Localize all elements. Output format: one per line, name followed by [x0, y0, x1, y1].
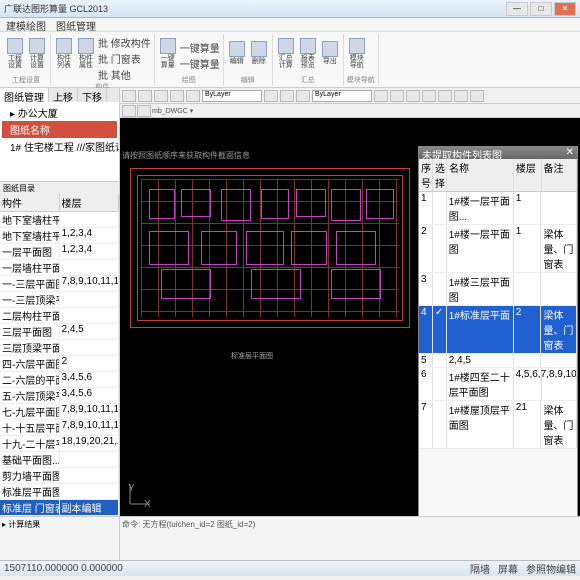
- list-row[interactable]: 三层顶梁平面图: [0, 340, 119, 356]
- extract-panel[interactable]: 未提取构件列表图✕ 序号 选择 名称 楼层 备注 11#楼一层平面图...121…: [418, 146, 578, 516]
- status-item[interactable]: 隔墙: [470, 561, 490, 576]
- table-row[interactable]: 4✓1#标准层平面2梁体量、门窗表: [419, 306, 577, 354]
- canvas-banner: 请按照图纸顺序来获取构件截面信息: [122, 150, 250, 161]
- list-title: 图纸目录: [0, 182, 119, 194]
- list-row[interactable]: 一-三层顶梁平面...: [0, 292, 119, 308]
- table-row[interactable]: 71#楼屋顶层平面图21梁体量、门窗表: [419, 401, 577, 449]
- drawing-title: 标准层平面图: [231, 351, 273, 361]
- list-row[interactable]: 剪力墙平面图...: [0, 468, 119, 484]
- drawing-tree[interactable]: ▸ 办公大厦图纸名称1# 住宅楼工程 ///家图纸识别_1: [0, 102, 119, 182]
- ucs-axis-icon: YX: [126, 478, 156, 510]
- status-item[interactable]: 屏幕: [498, 561, 518, 576]
- ribbon-edit[interactable]: 编辑: [227, 35, 247, 71]
- window-titlebar: 广联达图形算量 GCL2013 — □ ✕: [0, 0, 580, 18]
- tree-node[interactable]: 1# 住宅楼工程 ///家图纸识别_1: [2, 138, 117, 155]
- list-row[interactable]: 一层平面图1,2,3,4: [0, 244, 119, 260]
- ribbon-nav[interactable]: 模块导航: [347, 35, 367, 71]
- list-row[interactable]: 地下室墙柱平面...1,2,3,4: [0, 228, 119, 244]
- panel-close-icon[interactable]: ✕: [566, 147, 574, 159]
- coords-display: 1507110.000000 0.000000: [4, 563, 123, 574]
- vt-btn[interactable]: [122, 90, 136, 102]
- ribbon-component-list[interactable]: 构件列表: [54, 35, 74, 71]
- viewport-toolbar: ByLayer ByLayer: [120, 88, 580, 104]
- list-row[interactable]: 四-六层平面图2: [0, 356, 119, 372]
- ribbon: 工程设置 计算设置 工程设置 构件列表 构件属性 批 修改构件批 门窗表批 其他…: [0, 32, 580, 88]
- layer-combo[interactable]: ByLayer: [202, 90, 262, 102]
- cad-viewport[interactable]: ByLayer ByLayer mb_DWGC ▾ 请按照图纸顺序来获取构件截面…: [120, 88, 580, 516]
- list-row[interactable]: 一-三层平面图7,8,9,10,11,12,13,2,5,6: [0, 276, 119, 292]
- table-row[interactable]: 11#楼一层平面图...1: [419, 192, 577, 225]
- list-row[interactable]: 七-九层平面图7,8,9,10,11,12,13,7...: [0, 404, 119, 420]
- minimize-button[interactable]: —: [506, 2, 528, 16]
- close-button[interactable]: ✕: [554, 2, 576, 16]
- ribbon-project-settings[interactable]: 工程设置: [5, 35, 25, 71]
- list-row[interactable]: 一层墙柱平面图: [0, 260, 119, 276]
- ribbon-delete[interactable]: 删除: [249, 35, 269, 71]
- cad-canvas[interactable]: 请按照图纸顺序来获取构件截面信息 标准层平面图: [120, 118, 580, 516]
- table-row[interactable]: 52,4,5: [419, 354, 577, 368]
- left-panel: 图纸管理 上移 下移 ▸ 办公大厦图纸名称1# 住宅楼工程 ///家图纸识别_1…: [0, 88, 120, 516]
- list-row[interactable]: 地下室墙柱平面...: [0, 212, 119, 228]
- list-row[interactable]: 标准层 门窗表副本编辑: [0, 500, 119, 516]
- status-item[interactable]: 参照物编辑: [526, 561, 576, 576]
- left-tab-drawings[interactable]: 图纸管理: [0, 88, 49, 102]
- list-row[interactable]: 五-六层顶梁平面...3,4,5,6: [0, 388, 119, 404]
- menu-tab-modeling[interactable]: 建模绘图: [6, 18, 46, 31]
- maximize-button[interactable]: □: [530, 2, 552, 16]
- menu-tabs: 建模绘图 图纸管理: [0, 18, 580, 32]
- list-row[interactable]: 三层平面图2,4,5: [0, 324, 119, 340]
- ribbon-component-props[interactable]: 构件属性: [76, 35, 96, 71]
- floor-plan-drawing: 标准层平面图: [130, 168, 410, 328]
- list-row[interactable]: 十九-二十层平面...18,19,20,21,22,9,10...: [0, 436, 119, 452]
- list-row[interactable]: 标准层平面图...: [0, 484, 119, 500]
- list-row[interactable]: 基础平面图...: [0, 452, 119, 468]
- result-tree[interactable]: ▸ 计算结果: [0, 517, 120, 560]
- table-row[interactable]: 31#楼三层平面图: [419, 273, 577, 306]
- left-tab-down[interactable]: 下移: [78, 88, 107, 102]
- tree-node[interactable]: ▸ 办公大厦: [2, 104, 117, 121]
- status-bar: 1507110.000000 0.000000 隔墙 屏幕 参照物编辑: [0, 560, 580, 576]
- list-row[interactable]: 二-六层的平面图3,4,5,6: [0, 372, 119, 388]
- ribbon-summary[interactable]: 汇总计算: [276, 35, 296, 71]
- panel-title: 未提取构件列表图: [422, 147, 502, 159]
- color-combo[interactable]: ByLayer: [312, 90, 372, 102]
- window-title: 广联达图形算量 GCL2013: [4, 2, 506, 15]
- command-line[interactable]: 命令: 无方程(tuichen_id=2 图纸_id=2): [120, 517, 580, 560]
- ribbon-report[interactable]: 报表预览: [298, 35, 318, 71]
- list-row[interactable]: 二层构柱平面...: [0, 308, 119, 324]
- list-row[interactable]: 十-十五层平面图7,8,9,10,11,12,13,8...: [0, 420, 119, 436]
- drawing-list[interactable]: 构件 楼层 地下室墙柱平面...地下室墙柱平面...1,2,3,4一层平面图1,…: [0, 194, 119, 516]
- table-row[interactable]: 21#楼一层平面图1梁体量、门窗表: [419, 225, 577, 273]
- ribbon-calc-settings[interactable]: 计算设置: [27, 35, 47, 71]
- left-tab-up[interactable]: 上移: [49, 88, 78, 102]
- menu-tab-drawing-mgmt[interactable]: 图纸管理: [56, 18, 96, 31]
- table-row[interactable]: 61#楼四至二十层平面图4,5,6,7,8,9,10,11,12,13: [419, 368, 577, 401]
- ribbon-oneclick[interactable]: 一键算量: [158, 35, 178, 71]
- ribbon-export[interactable]: 导出: [320, 35, 340, 71]
- bottom-panel: ▸ 计算结果 命令: 无方程(tuichen_id=2 图纸_id=2): [0, 516, 580, 560]
- tree-node[interactable]: 图纸名称: [2, 121, 117, 138]
